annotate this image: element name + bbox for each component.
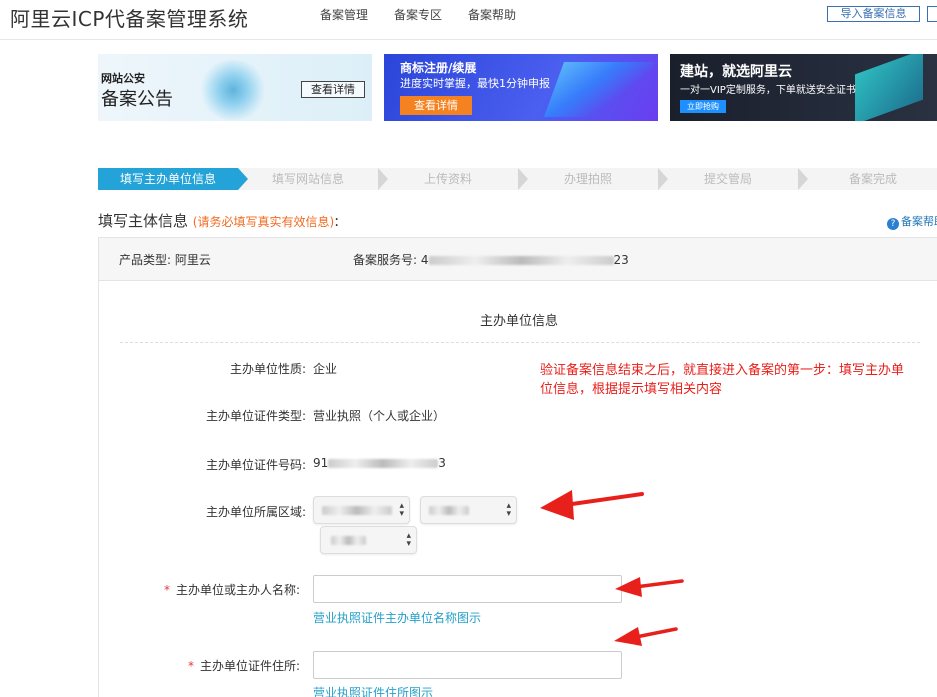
- cert-number-end: 3: [438, 456, 446, 470]
- banner2-title: 商标注册/续展: [400, 61, 477, 75]
- nature-label: 主办单位性质:: [229, 362, 306, 376]
- nav-item-management[interactable]: 备案管理: [320, 6, 368, 23]
- step-3: 上传资料: [423, 172, 472, 186]
- banner3-buy-button[interactable]: 立即抢购: [680, 100, 726, 113]
- district-select[interactable]: ▴ ▾: [320, 526, 417, 554]
- cert-number-start: 91: [313, 456, 329, 470]
- form-header: 主办单位信息: [480, 314, 559, 329]
- banner1-details-button[interactable]: 查看详情: [301, 81, 365, 98]
- step-4-arrow: [658, 168, 668, 190]
- banner-website[interactable]: 建站，就选阿里云 一对一VIP定制服务，下单就送安全证书 立即抢购: [670, 54, 937, 121]
- product-type-value: 阿里云: [174, 253, 211, 267]
- help-link[interactable]: ?备案帮助: [887, 213, 937, 230]
- select-arrows-icon: ▴ ▾: [506, 501, 511, 519]
- city-select[interactable]: ▴ ▾: [420, 496, 517, 524]
- help-link-label: 备案帮助: [901, 215, 937, 228]
- cert-type-value: 营业执照（个人或企业）: [313, 409, 446, 423]
- required-mark: *: [187, 659, 194, 673]
- redacted-cert-number: [328, 459, 439, 468]
- service-number-value-end: 23: [613, 253, 629, 267]
- province-select[interactable]: ▴ ▾: [313, 496, 410, 524]
- import-button[interactable]: 导入备案信息: [827, 6, 920, 22]
- progress-steps: 填写主办单位信息 填写网站信息 上传资料 办理拍照 提交管局 备案完成: [98, 168, 937, 190]
- org-name-input[interactable]: [313, 575, 622, 603]
- address-label-text: 主办单位证件住所:: [199, 659, 300, 673]
- product-type-label: 产品类型:: [119, 253, 172, 267]
- select-arrows-icon: ▴ ▾: [406, 531, 411, 549]
- corner-button[interactable]: [927, 6, 937, 22]
- globe-icon: [198, 60, 268, 120]
- product-type: 产品类型: 阿里云: [119, 251, 211, 268]
- required-mark: *: [163, 583, 170, 597]
- cert-number-label: 主办单位证件号码:: [205, 458, 306, 472]
- section-note: (请务必填写真实有效信息): [192, 215, 335, 229]
- step-3-arrow: [518, 168, 528, 190]
- redacted-service-number: [428, 256, 614, 265]
- region-label: 主办单位所属区域:: [205, 505, 306, 519]
- redacted-district: [331, 536, 366, 545]
- step-5: 提交管局: [703, 172, 752, 186]
- section-colon: :: [334, 212, 340, 230]
- org-name-label: * 主办单位或主办人名称:: [100, 581, 300, 598]
- cert-number-value: 91 3: [313, 456, 446, 470]
- nav-item-zone[interactable]: 备案专区: [394, 6, 442, 23]
- redacted-city: [429, 506, 469, 515]
- app-title: 阿里云ICP代备案管理系统: [10, 7, 249, 31]
- form-container: [98, 281, 937, 697]
- step-2: 填写网站信息: [271, 172, 344, 186]
- step-5-arrow: [798, 168, 808, 190]
- question-icon: ?: [887, 218, 899, 230]
- nature-value: 企业: [313, 362, 338, 376]
- address-sample-link[interactable]: 营业执照证件住所图示: [313, 684, 433, 697]
- cert-type-label: 主办单位证件类型:: [205, 409, 306, 423]
- org-name-sample-link[interactable]: 营业执照证件主办单位名称图示: [313, 609, 481, 626]
- banner2-illustration: [543, 62, 655, 117]
- section-title-text: 填写主体信息: [98, 212, 189, 230]
- redacted-province: [322, 506, 392, 515]
- service-number-label: 备案服务号:: [353, 253, 418, 267]
- select-arrows-icon: ▴ ▾: [399, 501, 404, 519]
- banner1-small-title: 网站公安: [101, 72, 145, 85]
- step-6: 备案完成: [848, 172, 897, 186]
- banner2-details-button[interactable]: 查看详情: [400, 96, 472, 115]
- annotation-text: 验证备案信息结束之后，就直接进入备案的第一步：填写主办单位信息，根据提示填写相关…: [540, 363, 905, 397]
- banner-public-security[interactable]: 网站公安 备案公告 查看详情: [98, 54, 372, 121]
- step-1-arrow: [238, 168, 248, 190]
- service-number-value-start: 4: [420, 253, 429, 267]
- product-info-box: 产品类型: 阿里云 备案服务号: 4 23: [98, 237, 937, 281]
- step-4: 办理拍照: [563, 172, 612, 186]
- banner2-subtitle: 进度实时掌握，最快1分钟申报: [400, 77, 550, 90]
- top-nav: 备案管理 备案专区 备案帮助: [320, 6, 516, 23]
- address-label: * 主办单位证件住所:: [100, 657, 300, 674]
- nav-item-help[interactable]: 备案帮助: [468, 6, 516, 23]
- step-2-arrow: [378, 168, 388, 190]
- banner-trademark[interactable]: 商标注册/续展 进度实时掌握，最快1分钟申报 查看详情: [384, 54, 658, 121]
- section-title: 填写主体信息 (请务必填写真实有效信息):: [98, 210, 339, 231]
- banner1-big-title: 备案公告: [101, 89, 173, 110]
- top-header: 阿里云ICP代备案管理系统 备案管理 备案专区 备案帮助 导入备案信息: [0, 0, 937, 40]
- banner3-title: 建站，就选阿里云: [680, 64, 792, 80]
- banner3-subtitle: 一对一VIP定制服务，下单就送安全证书: [680, 85, 856, 96]
- service-number: 备案服务号: 4 23: [353, 251, 629, 268]
- banner3-illustration: [855, 54, 923, 121]
- divider: [120, 342, 920, 343]
- org-name-label-text: 主办单位或主办人名称:: [175, 583, 300, 597]
- step-1: 填写主办单位信息: [98, 168, 238, 190]
- address-input[interactable]: [313, 651, 622, 679]
